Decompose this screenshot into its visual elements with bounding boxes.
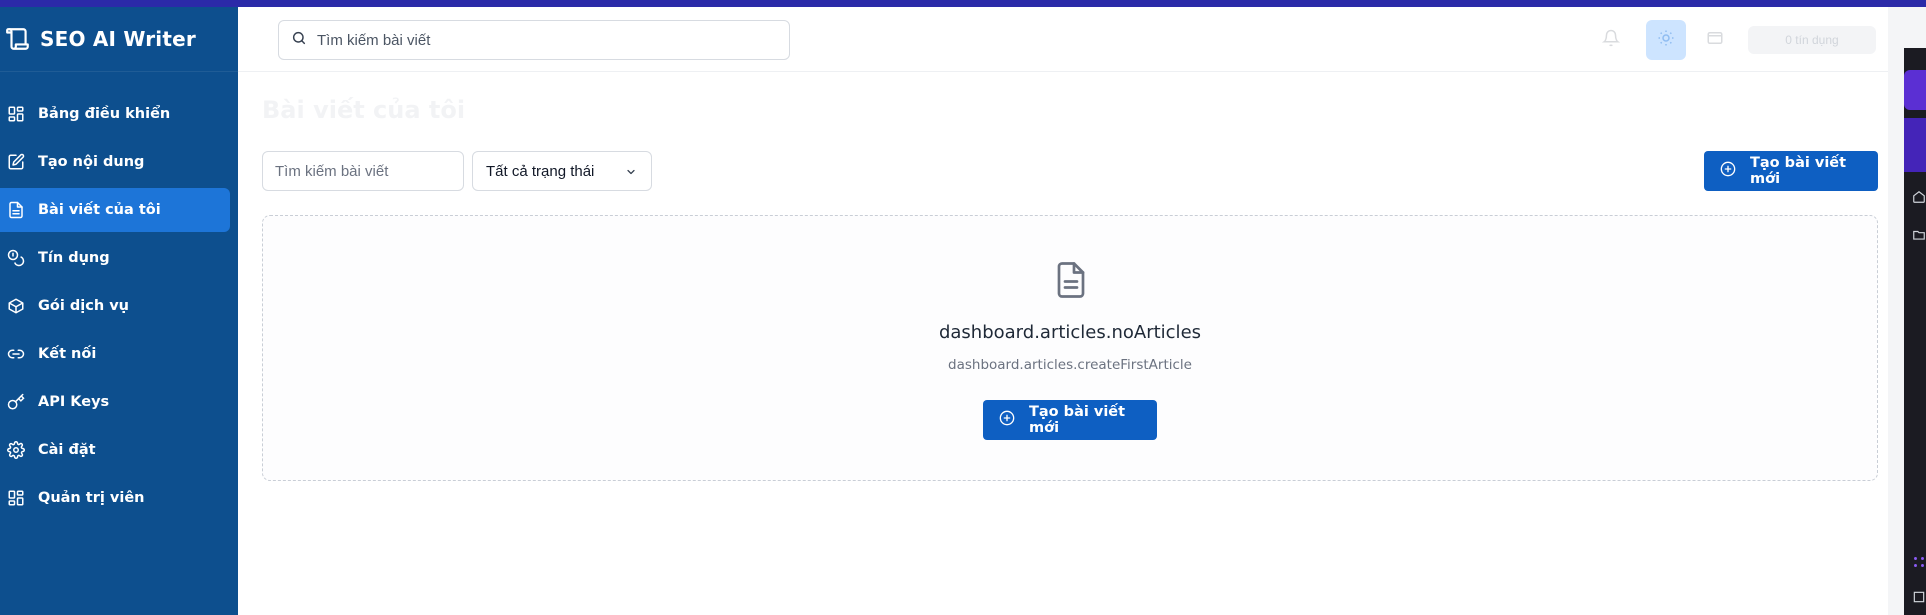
sidebar-item-label: Gói dịch vụ xyxy=(38,298,129,314)
bell-icon[interactable] xyxy=(1601,29,1622,49)
sidebar-item-plans[interactable]: Gói dịch vụ xyxy=(0,284,230,328)
package-icon xyxy=(6,296,26,316)
sidebar-item-label: Cài đặt xyxy=(38,442,96,458)
key-icon xyxy=(6,392,26,412)
adjacent-window-tab[interactable] xyxy=(1904,70,1926,110)
sidebar-item-label: Kết nối xyxy=(38,346,97,362)
dashboard-grid-icon xyxy=(6,104,26,124)
articles-search-input[interactable] xyxy=(262,151,464,191)
credits-chip[interactable]: 0 tín dụng xyxy=(1748,26,1876,54)
adjacent-window-tab-active[interactable] xyxy=(1904,118,1926,172)
empty-state: dashboard.articles.noArticles dashboard.… xyxy=(262,215,1878,481)
sidebar-item-dashboard[interactable]: Bảng điều khiển xyxy=(0,92,230,136)
top-accent-bar xyxy=(0,0,1926,7)
edit-square-icon xyxy=(6,152,26,172)
scroll-logo-icon xyxy=(4,25,32,53)
empty-state-title: dashboard.articles.noArticles xyxy=(938,322,1202,343)
window-icon[interactable] xyxy=(1912,590,1926,604)
search-icon xyxy=(291,30,307,51)
sidebar-item-api-keys[interactable]: API Keys xyxy=(0,380,230,424)
brand[interactable]: SEO AI Writer xyxy=(0,7,238,72)
gear-icon xyxy=(6,440,26,460)
link-icon xyxy=(6,344,26,364)
home-icon[interactable] xyxy=(1912,190,1926,204)
empty-new-article-label: Tạo bài viết mới xyxy=(1029,404,1126,436)
apps-icon[interactable] xyxy=(1912,555,1926,569)
sidebar-item-admin[interactable]: Quản trị viên xyxy=(0,476,230,520)
sidebar-item-connections[interactable]: Kết nối xyxy=(0,332,230,376)
sidebar-item-label: Bảng điều khiển xyxy=(38,106,171,122)
brand-title: SEO AI Writer xyxy=(40,27,196,51)
plus-circle-icon xyxy=(1720,161,1736,181)
sidebar-item-label: API Keys xyxy=(38,394,110,410)
theme-toggle-button[interactable] xyxy=(1646,20,1686,60)
sidebar-item-label: Bài viết của tôi xyxy=(38,202,161,218)
plus-circle-icon xyxy=(999,410,1015,430)
top-header: 0 tín dụng xyxy=(238,7,1888,72)
header-search-input[interactable] xyxy=(317,31,757,49)
document-icon xyxy=(1053,260,1089,305)
sidebar-item-credits[interactable]: Tín dụng xyxy=(0,236,230,280)
page-title: Bài viết của tôi xyxy=(262,96,466,124)
header-search[interactable] xyxy=(278,20,790,60)
empty-state-subtitle: dashboard.articles.createFirstArticle xyxy=(948,357,1192,373)
admin-grid-icon xyxy=(6,488,26,508)
new-article-button[interactable]: Tạo bài viết mới xyxy=(1704,151,1878,191)
chevron-down-icon xyxy=(625,165,637,182)
language-icon[interactable] xyxy=(1706,29,1726,49)
sidebar-item-label: Tín dụng xyxy=(38,250,110,266)
sidebar-item-my-articles[interactable]: Bài viết của tôi xyxy=(0,188,230,232)
folder-icon[interactable] xyxy=(1912,228,1926,242)
new-article-label: Tạo bài viết mới xyxy=(1750,155,1847,187)
sidebar: SEO AI Writer Bảng điều khiển Tạo nội du… xyxy=(0,7,238,615)
sidebar-nav: Bảng điều khiển Tạo nội dung Bài viết củ… xyxy=(0,72,238,520)
sidebar-item-create-content[interactable]: Tạo nội dung xyxy=(0,140,230,184)
status-filter-value: Tất cả trạng thái xyxy=(486,162,595,180)
sun-icon xyxy=(1657,29,1675,52)
empty-new-article-button[interactable]: Tạo bài viết mới xyxy=(983,400,1157,440)
coins-icon xyxy=(6,248,26,268)
credits-label: 0 tín dụng xyxy=(1785,33,1839,47)
sidebar-item-settings[interactable]: Cài đặt xyxy=(0,428,230,472)
sidebar-item-label: Quản trị viên xyxy=(38,490,145,506)
document-icon xyxy=(6,200,26,220)
status-filter-select[interactable]: Tất cả trạng thái xyxy=(472,151,652,191)
sidebar-item-label: Tạo nội dung xyxy=(38,154,145,170)
